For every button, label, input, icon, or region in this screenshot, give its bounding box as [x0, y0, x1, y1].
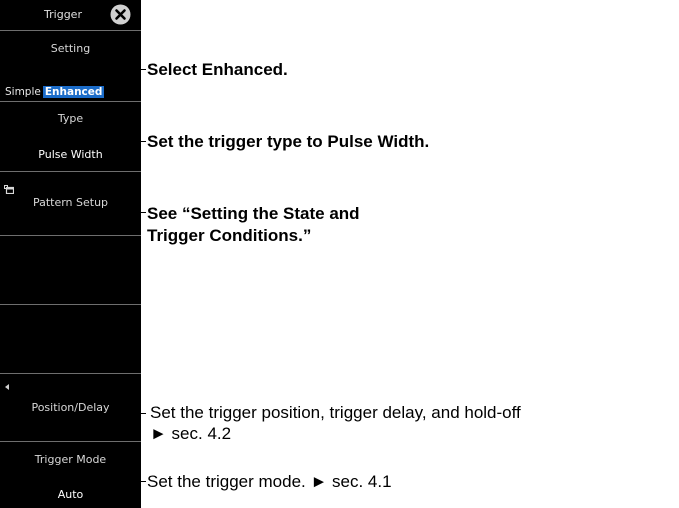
close-icon[interactable]: [109, 3, 132, 26]
pattern-setup-button[interactable]: Pattern Setup: [0, 172, 141, 235]
setting-label: Setting: [50, 42, 91, 55]
callout-leader: [139, 212, 146, 213]
option-enhanced-selected[interactable]: Enhanced: [42, 86, 105, 98]
callout-pattern-line1: See “Setting the State and: [147, 204, 360, 223]
type-value: Pulse Width: [38, 148, 103, 161]
callout-pattern-line2: Trigger Conditions.”: [147, 226, 312, 245]
trigger-mode-value: Auto: [57, 488, 84, 501]
callout-mode: Set the trigger mode. ► sec. 4.1: [147, 472, 392, 491]
callout-position-line1: Set the trigger position, trigger delay,…: [150, 403, 521, 422]
trigger-mode-button[interactable]: Trigger Mode Auto: [0, 442, 141, 508]
callout-setting: Select Enhanced.: [147, 60, 288, 79]
callout-type: Set the trigger type to Pulse Width.: [147, 132, 430, 151]
callout-leader: [139, 481, 146, 482]
callout-position-line2: ► sec. 4.2: [150, 424, 232, 443]
pattern-setup-label: Pattern Setup: [32, 196, 109, 209]
setting-options[interactable]: Simple Enhanced: [3, 80, 141, 99]
callout-leader: [139, 413, 146, 414]
trigger-menu-panel: Trigger Setting Simple Enhanced Type Puls…: [0, 0, 141, 508]
callout-leader: [139, 69, 146, 70]
type-label: Type: [57, 112, 84, 125]
option-simple[interactable]: Simple: [3, 86, 43, 98]
empty-button-2: [0, 305, 141, 373]
menu-title-bar: Trigger: [0, 0, 141, 30]
submenu-window-icon: [4, 185, 14, 194]
trigger-mode-label: Trigger Mode: [34, 453, 107, 466]
position-delay-label: Position/Delay: [31, 401, 110, 414]
empty-button-1: [0, 236, 141, 304]
menu-title: Trigger: [44, 8, 82, 21]
callout-leader: [139, 141, 146, 142]
type-button[interactable]: Type Pulse Width: [0, 102, 141, 171]
position-delay-button[interactable]: Position/Delay: [0, 374, 141, 441]
left-arrow-icon: [5, 384, 9, 390]
